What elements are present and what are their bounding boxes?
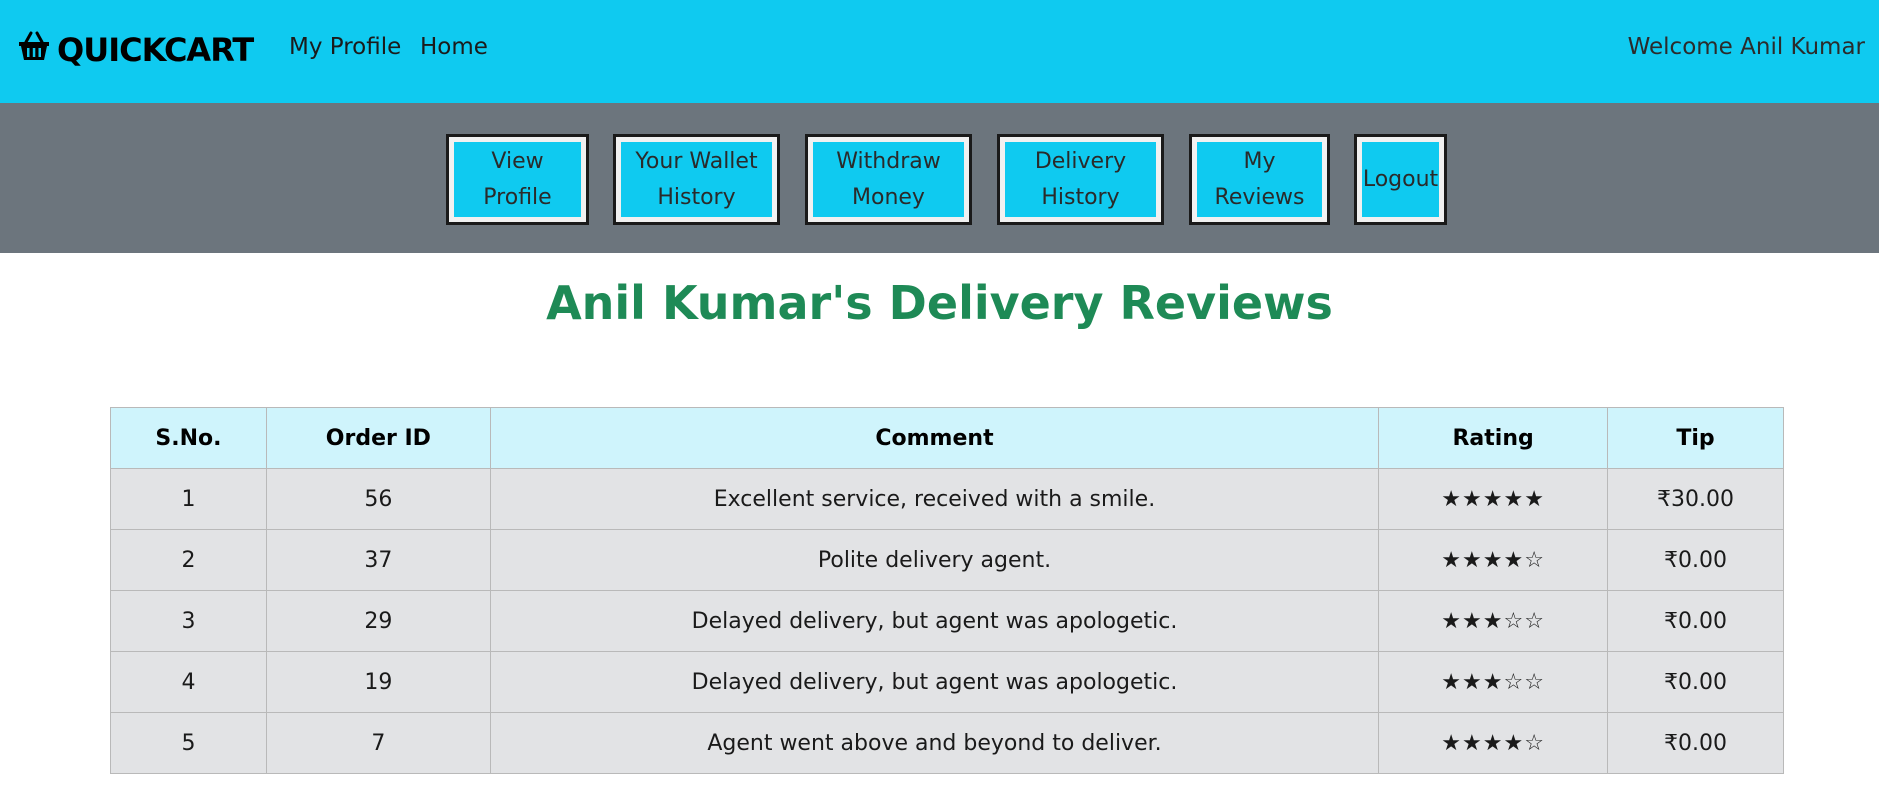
- my-reviews-button[interactable]: My Reviews: [1189, 134, 1330, 225]
- cell-comment: Polite delivery agent.: [489, 529, 1380, 591]
- cell-comment: Delayed delivery, but agent was apologet…: [489, 590, 1380, 652]
- top-navbar: QUICKCART My Profile Home Welcome Anil K…: [0, 0, 1879, 103]
- withdraw-money-button[interactable]: Withdraw Money: [805, 134, 972, 225]
- cell-order-id: 7: [265, 712, 491, 774]
- cell-tip: ₹0.00: [1607, 590, 1784, 652]
- cell-sno: 1: [110, 468, 267, 530]
- delivery-history-button[interactable]: Delivery History: [997, 134, 1164, 225]
- wallet-history-button[interactable]: Your Wallet History: [613, 134, 780, 225]
- cell-rating-stars: ★★★★★: [1378, 468, 1609, 530]
- cell-rating-stars: ★★★☆☆: [1378, 590, 1609, 652]
- table-header-row: S.No. Order ID Comment Rating Tip: [110, 407, 1784, 469]
- cell-sno: 2: [110, 529, 267, 591]
- table-row: 1 56 Excellent service, received with a …: [110, 468, 1784, 530]
- table-row: 3 29 Delayed delivery, but agent was apo…: [110, 590, 1784, 652]
- delivery-history-label: Delivery History: [1005, 142, 1156, 217]
- basket-icon: [17, 29, 51, 71]
- logout-button[interactable]: Logout: [1354, 134, 1447, 225]
- header-order-id: Order ID: [265, 407, 491, 469]
- logout-label: Logout: [1362, 142, 1439, 217]
- my-reviews-label: My Reviews: [1197, 142, 1322, 217]
- header-tip: Tip: [1607, 407, 1784, 469]
- table-row: 5 7 Agent went above and beyond to deliv…: [110, 712, 1784, 774]
- cell-rating-stars: ★★★★☆: [1378, 529, 1609, 591]
- cell-order-id: 19: [265, 651, 491, 713]
- table-row: 4 19 Delayed delivery, but agent was apo…: [110, 651, 1784, 713]
- cell-tip: ₹0.00: [1607, 651, 1784, 713]
- cell-tip: ₹0.00: [1607, 529, 1784, 591]
- withdraw-money-label: Withdraw Money: [813, 142, 964, 217]
- cell-comment: Agent went above and beyond to deliver.: [489, 712, 1380, 774]
- cell-rating-stars: ★★★☆☆: [1378, 651, 1609, 713]
- nav-link-home[interactable]: Home: [420, 34, 488, 60]
- cell-comment: Delayed delivery, but agent was apologet…: [489, 651, 1380, 713]
- reviews-table: S.No. Order ID Comment Rating Tip 1 56 E…: [110, 407, 1784, 774]
- cell-sno: 4: [110, 651, 267, 713]
- welcome-text: Welcome Anil Kumar: [1627, 34, 1865, 60]
- action-button-bar: View Profile Your Wallet History Withdra…: [0, 103, 1879, 253]
- header-rating: Rating: [1378, 407, 1609, 469]
- cell-order-id: 37: [265, 529, 491, 591]
- cell-sno: 3: [110, 590, 267, 652]
- view-profile-button[interactable]: View Profile: [446, 134, 589, 225]
- view-profile-label: View Profile: [454, 142, 581, 217]
- brand-logo[interactable]: QUICKCART: [17, 29, 254, 71]
- table-row: 2 37 Polite delivery agent. ★★★★☆ ₹0.00: [110, 529, 1784, 591]
- header-sno: S.No.: [110, 407, 267, 469]
- wallet-history-label: Your Wallet History: [621, 142, 772, 217]
- cell-order-id: 56: [265, 468, 491, 530]
- brand-name: QUICKCART: [57, 31, 254, 69]
- cell-order-id: 29: [265, 590, 491, 652]
- header-comment: Comment: [489, 407, 1380, 469]
- nav-link-my-profile[interactable]: My Profile: [289, 34, 401, 60]
- cell-comment: Excellent service, received with a smile…: [489, 468, 1380, 530]
- page-title: Anil Kumar's Delivery Reviews: [546, 276, 1333, 330]
- cell-sno: 5: [110, 712, 267, 774]
- cell-tip: ₹30.00: [1607, 468, 1784, 530]
- cell-rating-stars: ★★★★☆: [1378, 712, 1609, 774]
- cell-tip: ₹0.00: [1607, 712, 1784, 774]
